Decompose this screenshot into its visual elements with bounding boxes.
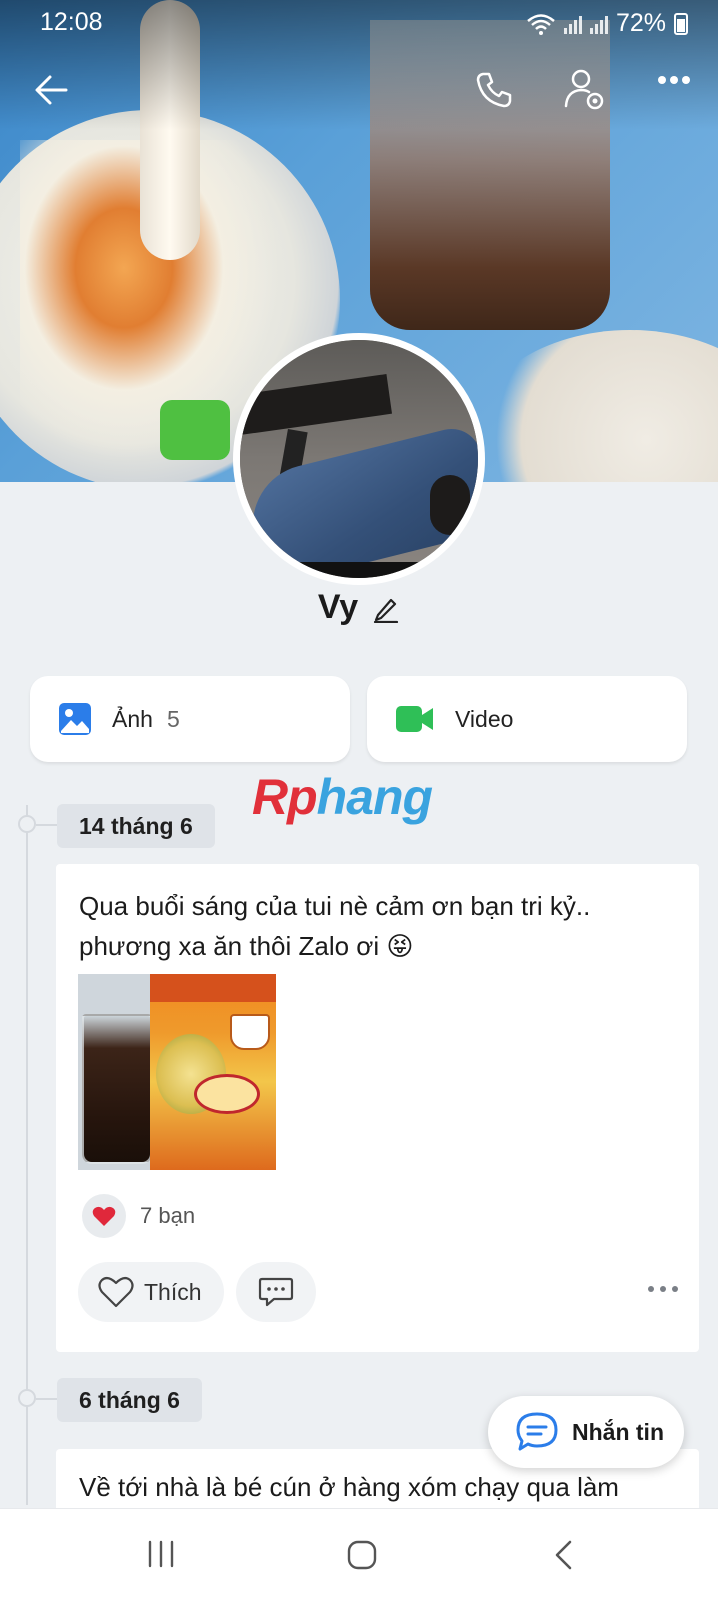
- message-label: Nhắn tin: [572, 1418, 664, 1445]
- video-label: Video: [455, 705, 514, 732]
- like-button[interactable]: Thích: [78, 1262, 224, 1322]
- navigation-bar: [0, 1508, 718, 1600]
- date-chip: 6 tháng 6: [57, 1378, 202, 1422]
- photos-label: Ảnh: [112, 705, 153, 732]
- phone-icon[interactable]: [474, 70, 514, 110]
- date-chip: 14 tháng 6: [57, 804, 215, 848]
- reaction-count: 7 bạn: [140, 1203, 196, 1228]
- photos-count: 5: [166, 705, 180, 732]
- wifi-icon: [527, 13, 555, 35]
- comment-button[interactable]: [236, 1262, 316, 1322]
- comment-icon: [258, 1277, 294, 1307]
- chat-bubble-icon: [516, 1412, 558, 1451]
- signal-icon: [563, 14, 582, 34]
- edit-pencil-icon[interactable]: [372, 593, 400, 623]
- status-time: 12:08: [40, 8, 103, 36]
- heart-reaction-icon: [82, 1194, 126, 1238]
- timeline-dot: [18, 1389, 36, 1407]
- post-text: Qua buổi sáng của tui nè cảm ơn bạn tri …: [79, 891, 591, 961]
- timeline-post[interactable]: Qua buổi sáng của tui nè cảm ơn bạn tri …: [56, 864, 699, 1352]
- like-label: Thích: [144, 1278, 202, 1305]
- timeline-dot: [18, 815, 36, 833]
- home-icon[interactable]: [346, 1539, 378, 1571]
- video-button[interactable]: Video: [367, 676, 687, 762]
- post-more-icon[interactable]: [648, 1286, 678, 1292]
- top-bar: [0, 62, 718, 118]
- video-camera-icon: [396, 706, 433, 732]
- battery-percent: 72%: [615, 9, 666, 37]
- message-button[interactable]: Nhắn tin: [488, 1396, 684, 1468]
- heart-outline-icon: [98, 1276, 134, 1308]
- battery-icon: [674, 12, 688, 35]
- reaction-summary[interactable]: 7 bạn: [82, 1194, 195, 1238]
- back-arrow-icon[interactable]: [32, 72, 72, 108]
- watermark-logo: Rphang: [252, 769, 433, 825]
- recent-apps-icon[interactable]: [146, 1539, 176, 1569]
- profile-name: Vy: [317, 588, 359, 626]
- more-options-icon[interactable]: [656, 74, 692, 86]
- profile-name-row: Vy: [0, 588, 718, 627]
- post-actions: Thích: [78, 1262, 678, 1322]
- avatar[interactable]: [233, 333, 485, 585]
- post-image[interactable]: [78, 974, 276, 1170]
- signal-icon: [589, 14, 608, 34]
- photos-button[interactable]: Ảnh 5: [30, 676, 350, 762]
- post-text: Về tới nhà là bé cún ở hàng xóm chạy qua…: [79, 1472, 619, 1502]
- photo-icon: [59, 703, 91, 735]
- status-bar: 12:08 72%: [0, 0, 718, 46]
- profile-settings-icon[interactable]: [563, 68, 607, 112]
- nav-back-icon[interactable]: [552, 1539, 576, 1571]
